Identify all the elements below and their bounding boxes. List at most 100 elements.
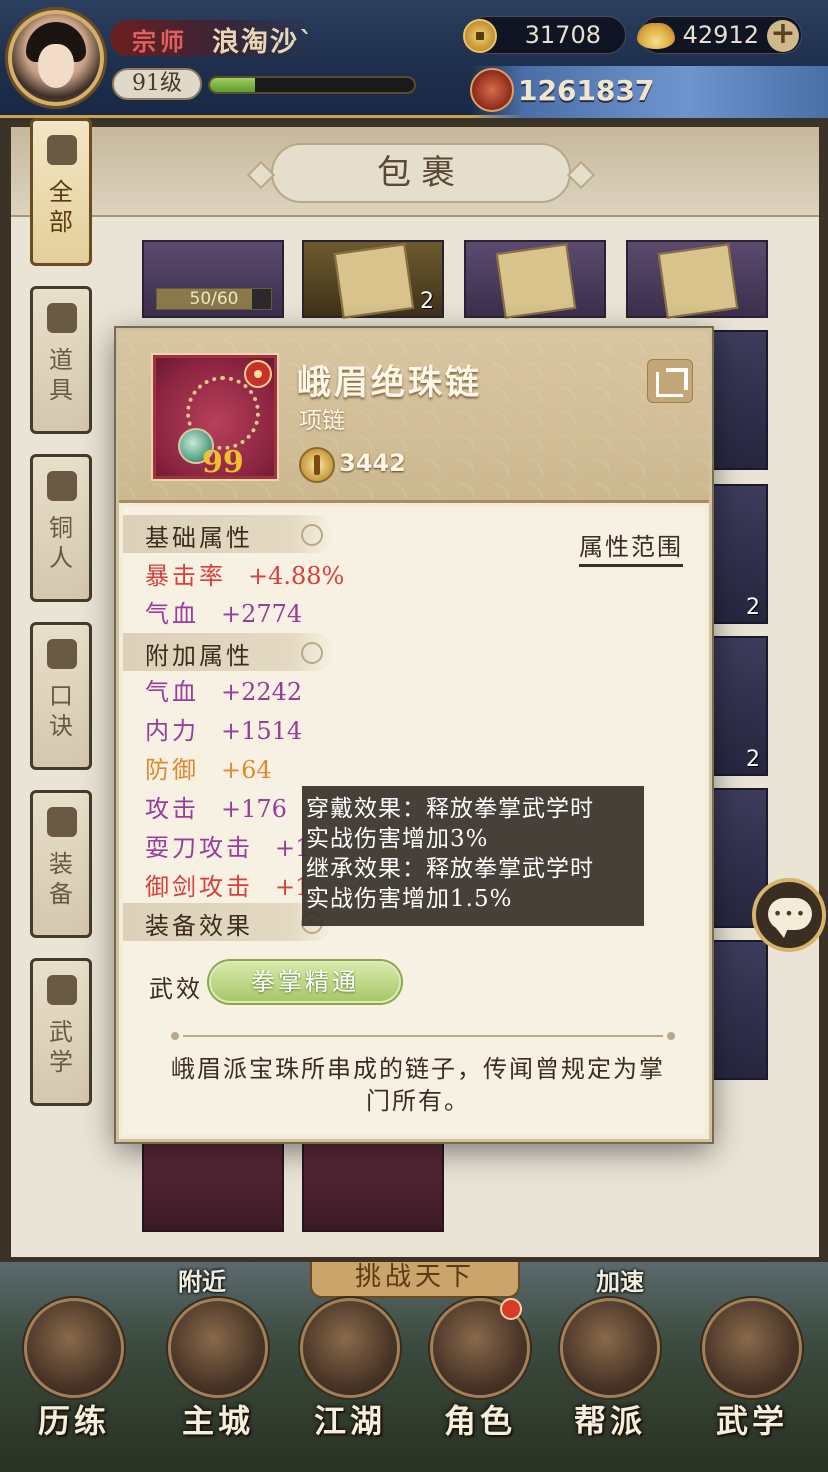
divider-dot <box>171 1032 179 1040</box>
pouch-icon <box>47 303 77 333</box>
notification-dot <box>500 1298 522 1320</box>
player-rank-title: 宗师 <box>132 27 188 56</box>
nav-label: 帮派 <box>573 1402 646 1440</box>
bronze-man-icon <box>47 471 77 501</box>
attr-name: 耍刀攻击 <box>145 834 253 862</box>
divider-dot <box>667 1032 675 1040</box>
nav-training[interactable]: 历练 <box>14 1292 134 1442</box>
nav-label: 武学 <box>715 1402 788 1440</box>
attr-name: 攻击 <box>145 795 199 823</box>
combat-power-icon <box>470 68 514 112</box>
bag-item-slot[interactable] <box>708 330 768 470</box>
nav-martial-arts[interactable]: 武学 <box>692 1292 812 1442</box>
avatar-face <box>38 44 74 88</box>
tab-label: 全 部 <box>49 178 73 236</box>
training-icon <box>24 1298 124 1398</box>
chat-dots: ••• <box>772 904 808 923</box>
gold-ingot-icon <box>637 23 675 49</box>
tab-label: 铜 人 <box>49 514 73 572</box>
attr-row: 气血 +2242 <box>145 675 302 709</box>
martial-effect-button[interactable]: 拳掌精通 <box>209 961 401 1003</box>
attr-name: 气血 <box>145 600 199 628</box>
bag-item-slot[interactable]: 2 <box>708 484 768 624</box>
item-detail-popup: 99 峨眉绝珠链 项链 3442 基础属性 属性范围 暴击率 +4.88% 气血 +… <box>116 328 712 1142</box>
manual-page-icon <box>657 243 739 319</box>
bag-item-slot[interactable] <box>302 1142 444 1232</box>
nav-label: 江湖 <box>313 1402 386 1440</box>
attr-row: 防御 +64 <box>145 753 272 787</box>
tab-martial-arts[interactable]: 武 学 <box>30 958 92 1106</box>
tooltip-line: 继承效果：释放拳掌武学时 <box>306 856 594 882</box>
fan-icon <box>47 135 77 165</box>
bag-item-slot[interactable] <box>464 240 606 319</box>
attr-name: 暴击率 <box>145 562 226 590</box>
bag-item-slot[interactable] <box>142 1142 284 1232</box>
chat-bubble-icon: ••• <box>768 898 812 938</box>
martial-scroll-icon <box>702 1298 802 1398</box>
nav-label: 角色 <box>443 1402 516 1440</box>
attr-value: +64 <box>221 756 272 784</box>
section-title: 基础属性 <box>145 524 253 552</box>
divider <box>183 1035 663 1037</box>
attr-row: 攻击 +176 <box>145 792 287 826</box>
tab-mantra[interactable]: 口 诀 <box>30 622 92 770</box>
item-power-value: 3442 <box>339 449 406 477</box>
attr-row: 御剑攻击 +1 <box>145 870 310 904</box>
copper-coin-icon <box>463 19 497 53</box>
chat-button[interactable]: ••• <box>752 878 826 952</box>
bag-item-slot[interactable] <box>626 240 768 319</box>
section-title: 附加属性 <box>145 642 253 670</box>
attr-name: 御剑攻击 <box>145 873 253 901</box>
exp-bar <box>208 76 416 94</box>
jianghu-icon <box>300 1298 400 1398</box>
exp-bar-fill <box>210 78 255 92</box>
add-ingot-button[interactable]: + <box>767 19 799 52</box>
bag-item-slot[interactable]: 2 <box>708 636 768 776</box>
tab-label: 武 学 <box>49 1018 73 1076</box>
nav-label: 主城 <box>181 1402 254 1440</box>
item-type: 项链 <box>299 408 345 434</box>
basic-attributes-header: 基础属性 <box>123 515 333 553</box>
attr-value: +2242 <box>221 678 303 706</box>
bag-item-slot[interactable] <box>708 940 768 1080</box>
bag-title: 包裹 <box>271 143 571 203</box>
coin-counter: 31708 <box>463 16 626 54</box>
attribute-range-link[interactable]: 属性范围 <box>579 527 683 567</box>
attr-row: 气血 +2774 <box>145 597 302 631</box>
share-icon[interactable] <box>647 359 693 403</box>
book-icon <box>47 975 77 1005</box>
tab-label: 道 具 <box>49 346 73 404</box>
quality-mark: 99 <box>202 445 244 480</box>
item-count: 2 <box>746 747 760 772</box>
tooltip-line: 实战伤害增加1.5% <box>306 886 513 912</box>
item-count: 2 <box>420 289 434 314</box>
tab-items[interactable]: 道 具 <box>30 286 92 434</box>
nav-character[interactable]: 角色 <box>420 1292 540 1442</box>
effect-tooltip: 穿戴效果：释放拳掌武学时 实战伤害增加3% 继承效果：释放拳掌武学时 实战伤害增… <box>302 786 644 926</box>
attr-name: 防御 <box>145 756 199 784</box>
durability-bar: 50/60 <box>156 288 272 310</box>
bag-item-slot[interactable]: 50/60 <box>142 240 284 318</box>
scroll-icon <box>47 639 77 669</box>
top-status-bar: 宗师 浪淘沙` 91级 31708 42912 + 1261837 <box>0 0 828 118</box>
nav-main-city[interactable]: 主城 <box>158 1292 278 1442</box>
nav-guild[interactable]: 帮派 <box>550 1292 670 1442</box>
ingot-counter: 42912 + <box>637 16 802 54</box>
bag-item-slot[interactable]: 2 <box>302 240 444 319</box>
item-description: 峨眉派宝珠所串成的链子，传闻曾规定为掌门所有。 <box>171 1055 665 1115</box>
nav-label: 历练 <box>37 1402 110 1440</box>
tab-bronze-man[interactable]: 铜 人 <box>30 454 92 602</box>
item-icon-frame: 99 <box>153 355 277 479</box>
attr-value: +4.88% <box>248 562 345 590</box>
tooltip-line: 实战伤害增加3% <box>306 826 489 852</box>
attr-name: 气血 <box>145 678 199 706</box>
tab-equipment[interactable]: 装 备 <box>30 790 92 938</box>
attr-value: +176 <box>221 795 287 823</box>
tab-all[interactable]: 全 部 <box>30 118 92 266</box>
nav-jianghu[interactable]: 江湖 <box>290 1292 410 1442</box>
manual-page-icon <box>333 243 415 319</box>
attr-value: +2774 <box>221 600 303 628</box>
guild-icon <box>560 1298 660 1398</box>
player-avatar[interactable] <box>8 10 104 106</box>
item-detail-header: 99 峨眉绝珠链 项链 3442 <box>119 331 709 503</box>
